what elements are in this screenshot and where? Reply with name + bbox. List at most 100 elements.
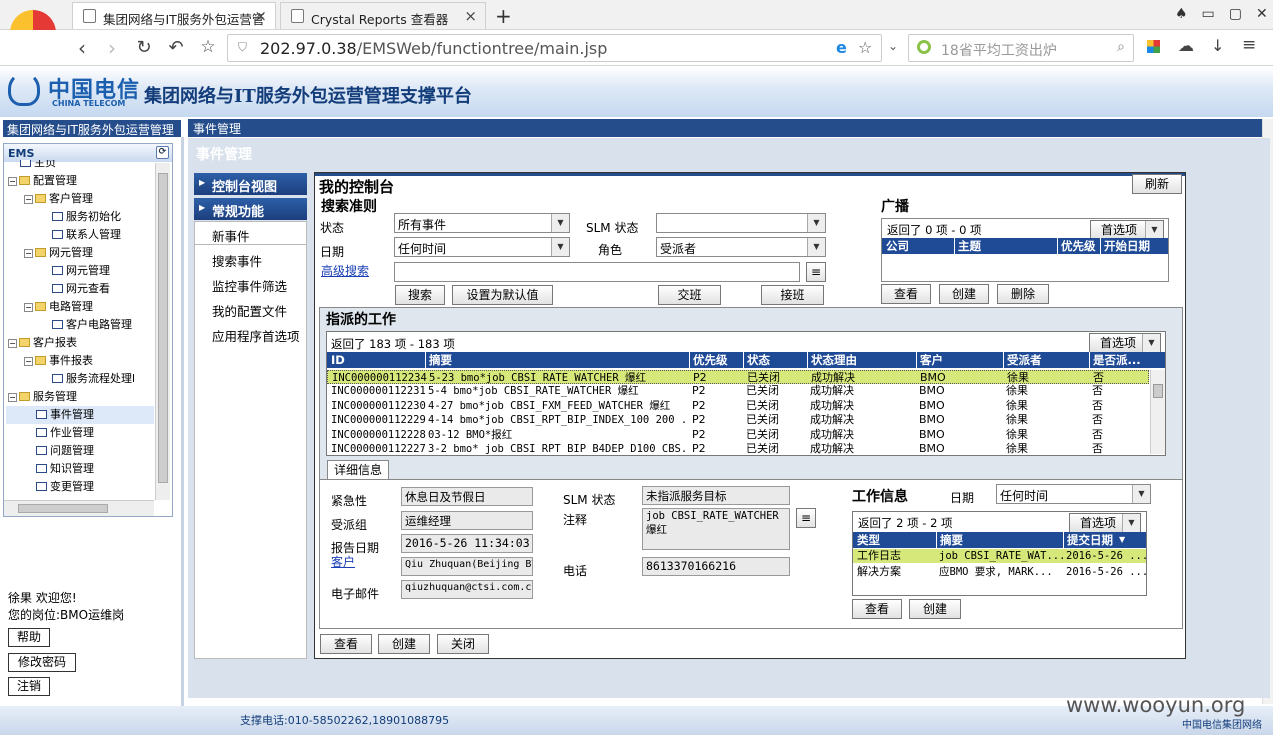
scroll-thumb[interactable] [158, 173, 168, 483]
col-start-date[interactable]: 开始日期 [1100, 238, 1150, 254]
tree-item[interactable]: − 网元管理 [6, 244, 154, 262]
tree-vertical-scrollbar[interactable] [155, 163, 170, 500]
scroll-thumb[interactable] [18, 504, 108, 513]
tree-item[interactable]: 服务流程处理l [6, 370, 154, 388]
work-col-header[interactable]: 是否派... [1089, 352, 1141, 368]
work-col-header[interactable]: 客户 [916, 352, 943, 368]
table-row[interactable]: INC000000112227 3-2 bmo* job CBSI_RPT_BIP… [327, 442, 1149, 454]
role-select[interactable]: 受派者 [656, 237, 826, 257]
collapse-icon[interactable]: − [8, 177, 17, 186]
tree-item[interactable]: 变更管理 [6, 478, 154, 496]
tree-item[interactable]: 服务初始化 [6, 208, 154, 226]
url-input[interactable]: ⛉ 202.97.0.38/EMSWeb/functiontree/main.j… [227, 34, 882, 62]
nav-preferences[interactable]: 应用程序首选项 [212, 326, 300, 345]
work-col-header[interactable]: ID [331, 352, 345, 368]
note-expand-icon[interactable]: ≡ [796, 508, 816, 528]
nav-console-view[interactable]: 控制台视图 [194, 173, 307, 195]
broadcast-delete-button[interactable]: 删除 [997, 284, 1049, 304]
tree-item[interactable]: 事件管理 [6, 406, 154, 424]
back-icon[interactable]: ‹ [70, 36, 94, 60]
scroll-thumb[interactable] [1153, 384, 1163, 398]
nav-monitor-filter[interactable]: 监控事件筛选 [212, 276, 287, 295]
work-col-header[interactable]: 状态理由 [807, 352, 857, 368]
tree-item[interactable]: 网元管理 [6, 262, 154, 280]
tree-item[interactable]: 主页 [6, 160, 154, 172]
close-tab-icon[interactable]: × [464, 7, 477, 25]
workinfo-row[interactable]: 解决方案 应BMO 要求, MARK... 2016-5-26 ... [853, 565, 1146, 579]
dropdown-icon[interactable]: ⌄ [888, 39, 898, 53]
close-button[interactable]: 关闭 [437, 634, 489, 654]
refresh-tree-icon[interactable]: ⟳ [156, 146, 169, 159]
col-subject[interactable]: 主题 [954, 238, 981, 254]
undo-icon[interactable]: ↶ [164, 37, 188, 58]
browser-tab-ems[interactable]: 集团网络与IT服务外包运营管 × [72, 2, 276, 29]
handover-button[interactable]: 交班 [658, 285, 721, 305]
workinfo-create-button[interactable]: 创建 [909, 599, 961, 619]
ie-mode-icon[interactable]: e [836, 38, 847, 57]
favorite-icon[interactable]: ☆ [858, 38, 872, 57]
work-table-scrollbar[interactable] [1150, 370, 1165, 454]
table-row[interactable]: INC000000112231 5-4 bmo*job CBSI_RATE_WAT… [327, 384, 1149, 398]
work-col-header[interactable]: 受派者 [1003, 352, 1042, 368]
tree-item[interactable]: 网元查看 [6, 280, 154, 298]
detail-tab[interactable]: 详细信息 [327, 460, 389, 480]
work-col-header[interactable]: 优先级 [689, 352, 728, 368]
menu-icon[interactable]: ≡ [1242, 35, 1256, 55]
search-button[interactable]: 搜索 [395, 285, 445, 305]
table-row[interactable]: INC000000112234 5-23 bmo*job CBSI_RATE_WA… [327, 370, 1149, 384]
work-col-header[interactable]: 状态 [743, 352, 770, 368]
table-row[interactable]: INC000000112228 03-12 BMO*报红 P2 已关闭 成功解决 BMO 徐… [327, 428, 1149, 442]
refresh-button[interactable]: 刷新 [1132, 174, 1182, 194]
tree-item[interactable]: 作业管理 [6, 424, 154, 442]
nav-common-functions[interactable]: 常规功能 [194, 198, 307, 220]
reload-icon[interactable]: ↻ [132, 37, 156, 58]
help-button[interactable]: 帮助 [8, 628, 50, 647]
nav-profile[interactable]: 我的配置文件 [212, 301, 287, 320]
workinfo-view-button[interactable]: 查看 [852, 599, 902, 619]
tree-item[interactable]: 联系人管理 [6, 226, 154, 244]
collapse-icon[interactable]: − [24, 357, 33, 366]
tree-item[interactable]: − 电路管理 [6, 298, 154, 316]
collapse-icon[interactable]: − [8, 393, 17, 402]
broadcast-create-button[interactable]: 创建 [939, 284, 989, 304]
tree-item[interactable]: − 服务管理 [6, 388, 154, 406]
tree-item[interactable]: − 客户管理 [6, 190, 154, 208]
collapse-icon[interactable]: − [24, 195, 33, 204]
collapse-icon[interactable]: − [8, 339, 17, 348]
workinfo-preferences-button[interactable]: 首选项 [1069, 513, 1141, 533]
download-icon[interactable]: ↓ [1211, 36, 1224, 55]
advanced-search-input[interactable] [394, 262, 800, 282]
expand-icon[interactable]: ≡ [806, 262, 826, 282]
apps-icon[interactable] [1147, 40, 1160, 53]
slm-select[interactable] [656, 213, 826, 233]
table-row[interactable]: INC000000112229 4-14 bmo*job CBSI_RPT_BIP… [327, 413, 1149, 427]
tree-horizontal-scrollbar[interactable] [4, 500, 154, 516]
create-button[interactable]: 创建 [378, 634, 430, 654]
collapse-icon[interactable]: − [24, 249, 33, 258]
logout-button[interactable]: 注销 [8, 677, 50, 696]
new-tab-button[interactable]: + [495, 4, 512, 28]
work-preferences-button[interactable]: 首选项 [1089, 333, 1161, 353]
tree-item[interactable]: − 事件报表 [6, 352, 154, 370]
workinfo-date-select[interactable]: 任何时间 [996, 484, 1151, 504]
set-default-button[interactable]: 设置为默认值 [452, 285, 553, 305]
broadcast-view-button[interactable]: 查看 [881, 284, 931, 304]
broadcast-preferences-button[interactable]: 首选项 [1090, 220, 1164, 240]
nav-new-incident[interactable]: 新事件 [212, 226, 250, 245]
nav-search-incident[interactable]: 搜索事件 [212, 251, 262, 270]
search-input[interactable]: 18省平均工资出炉 ⌕ [908, 34, 1134, 62]
collapse-icon[interactable]: − [24, 303, 33, 312]
tree-item[interactable]: − 客户报表 [6, 334, 154, 352]
tree-item[interactable]: 问题管理 [6, 442, 154, 460]
customer-link[interactable]: 客户 [331, 553, 355, 570]
col-type[interactable]: 类型 [857, 532, 880, 548]
window-controls[interactable]: ♠▭▢✕ [1175, 6, 1273, 22]
col-summary[interactable]: 摘要 [936, 532, 963, 548]
search-icon[interactable]: ⌕ [1117, 39, 1125, 55]
col-priority[interactable]: 优先级 [1057, 238, 1096, 254]
close-tab-icon[interactable]: × [254, 7, 267, 25]
view-button[interactable]: 查看 [320, 634, 372, 654]
work-col-header[interactable]: 摘要 [425, 352, 452, 368]
advanced-search-link[interactable]: 高级搜索 [321, 262, 369, 279]
star-icon[interactable]: ☆ [196, 37, 220, 57]
